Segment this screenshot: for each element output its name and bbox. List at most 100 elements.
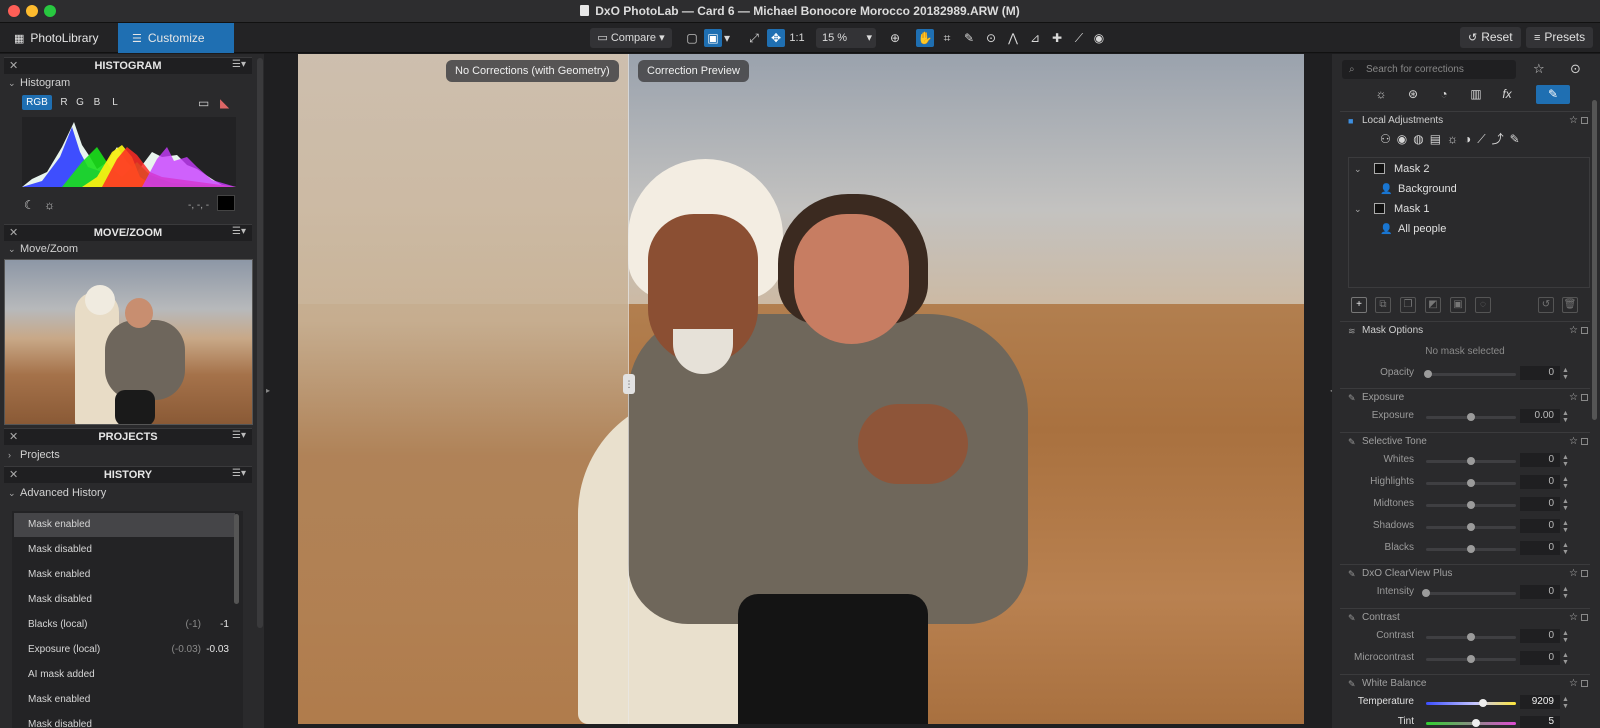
- panel-options-icon[interactable]: [1581, 394, 1588, 401]
- value-field[interactable]: 0: [1520, 519, 1560, 533]
- compare-button[interactable]: ▭ Compare ▾: [590, 28, 672, 48]
- stepper-icon[interactable]: ▲ ▼: [1562, 520, 1569, 534]
- zoom-in-icon[interactable]: ⊕: [886, 29, 904, 47]
- perspective-icon[interactable]: ⋀: [1004, 29, 1022, 47]
- left-scrollbar[interactable]: [256, 54, 264, 728]
- copy-mask-icon[interactable]: ❐: [1400, 297, 1416, 313]
- history-item[interactable]: Mask enabled: [14, 563, 235, 587]
- toggle-icon[interactable]: ⊙: [1570, 61, 1581, 77]
- move-icon[interactable]: ✥: [767, 29, 785, 47]
- value-field[interactable]: 0: [1520, 497, 1560, 511]
- redeye-icon[interactable]: ⊙: [982, 29, 1000, 47]
- selective-tone-header[interactable]: ✎ Selective Tone ☆: [1340, 432, 1590, 450]
- moon-icon[interactable]: ☾: [24, 198, 35, 212]
- stepper-icon[interactable]: ▲ ▼: [1562, 410, 1569, 424]
- tab-detail[interactable]: ◔: [1429, 85, 1459, 104]
- stepper-icon[interactable]: ▲ ▼: [1562, 542, 1569, 556]
- value-field[interactable]: 0: [1520, 585, 1560, 599]
- zoom-select[interactable]: 15 % ▾: [816, 28, 876, 48]
- value-field[interactable]: 0: [1520, 541, 1560, 555]
- mask-checkbox[interactable]: [1374, 203, 1385, 214]
- add-mask-icon[interactable]: +: [1351, 297, 1367, 313]
- history-item[interactable]: Mask disabled: [14, 588, 235, 612]
- mask-child[interactable]: 👤 All people: [1380, 223, 1446, 235]
- horizon-icon[interactable]: ⊿: [1026, 29, 1044, 47]
- crop-icon[interactable]: ⌗: [938, 29, 956, 47]
- star-icon[interactable]: ☆: [1569, 433, 1578, 451]
- delete-mask-icon[interactable]: 🗑: [1562, 297, 1578, 313]
- adjustment-slider[interactable]: Microcontrast 0 ▲ ▼: [1340, 651, 1590, 666]
- star-icon[interactable]: ☆: [1569, 609, 1578, 627]
- adjustment-slider[interactable]: Midtones 0 ▲ ▼: [1340, 497, 1590, 512]
- channel-g[interactable]: G: [73, 95, 87, 110]
- value-field[interactable]: 0: [1520, 366, 1560, 380]
- slider-knob[interactable]: [1424, 370, 1432, 378]
- slider-knob[interactable]: [1422, 589, 1430, 597]
- tint-slider[interactable]: Tint 5: [1340, 716, 1590, 728]
- mask-checkbox[interactable]: [1374, 163, 1385, 174]
- menu-icon[interactable]: ☰▾: [232, 226, 246, 237]
- menu-icon[interactable]: ☰▾: [232, 59, 246, 70]
- fit-icon[interactable]: ⤢: [745, 29, 763, 47]
- local-adjust-icon[interactable]: ⟋: [1070, 29, 1088, 47]
- value-field[interactable]: 0: [1520, 629, 1560, 643]
- presets-button[interactable]: ≡ Presets: [1526, 27, 1594, 48]
- stepper-icon[interactable]: ▲ ▼: [1562, 630, 1569, 644]
- eyedropper-icon[interactable]: ✎: [960, 29, 978, 47]
- navigator-thumbnail[interactable]: [4, 259, 253, 425]
- value-field[interactable]: 0.00: [1520, 409, 1560, 423]
- left-scrollbar-thumb[interactable]: [257, 58, 263, 628]
- star-icon[interactable]: ☆: [1569, 112, 1578, 130]
- menu-icon[interactable]: ☰▾: [232, 468, 246, 479]
- movezoom-subheader[interactable]: ⌄ Move/Zoom: [8, 243, 78, 255]
- contrast-header[interactable]: ✎ Contrast ☆: [1340, 608, 1590, 626]
- adjustment-slider[interactable]: Blacks 0 ▲ ▼: [1340, 541, 1590, 556]
- white-balance-header[interactable]: ✎ White Balance ☆: [1340, 674, 1590, 692]
- histogram-header[interactable]: ✕ HISTOGRAM ☰▾: [4, 57, 252, 74]
- mask-child[interactable]: 👤 Background: [1380, 183, 1457, 195]
- mask-item[interactable]: ⌄ Mask 2: [1354, 163, 1429, 175]
- history-item[interactable]: Blacks (local) (-1) -1: [14, 613, 235, 637]
- history-item[interactable]: Mask disabled: [14, 538, 235, 562]
- stepper-icon[interactable]: ▲ ▼: [1562, 652, 1569, 666]
- duplicate-mask-icon[interactable]: ⧉: [1375, 297, 1391, 313]
- slider-knob[interactable]: [1467, 545, 1475, 553]
- left-collapse-handle[interactable]: ▸: [266, 386, 270, 395]
- temperature-slider[interactable]: Temperature 9209 ▲ ▼: [1340, 695, 1590, 710]
- history-item[interactable]: Mask enabled: [14, 513, 235, 537]
- mask-item[interactable]: ⌄ Mask 1: [1354, 203, 1429, 215]
- star-icon[interactable]: ☆: [1569, 675, 1578, 693]
- stepper-icon[interactable]: ▲ ▼: [1562, 367, 1569, 381]
- star-icon[interactable]: ☆: [1569, 565, 1578, 583]
- value-field[interactable]: 9209: [1520, 695, 1560, 709]
- history-subheader[interactable]: ⌄ Advanced History: [8, 487, 106, 499]
- panel-options-icon[interactable]: [1581, 614, 1588, 621]
- star-icon[interactable]: ☆: [1569, 322, 1578, 340]
- tab-effects[interactable]: fx: [1492, 85, 1522, 104]
- mask-options-header[interactable]: ≋ Mask Options ☆: [1340, 321, 1590, 339]
- slider-knob[interactable]: [1467, 633, 1475, 641]
- tab-geometry[interactable]: ▥: [1461, 85, 1491, 104]
- histogram-subheader[interactable]: ⌄ Histogram: [8, 77, 70, 89]
- slider-track[interactable]: [1426, 702, 1516, 705]
- slider-knob[interactable]: [1467, 413, 1475, 421]
- stepper-icon[interactable]: ▲ ▼: [1562, 586, 1569, 600]
- history-header[interactable]: ✕ HISTORY ☰▾: [4, 466, 252, 483]
- slider-knob[interactable]: [1472, 719, 1480, 727]
- slider-knob[interactable]: [1467, 457, 1475, 465]
- panel-options-icon[interactable]: [1581, 117, 1588, 124]
- local-adjustment-tools[interactable]: ⚇◉◍▤☼◑⟋⤴✎: [1380, 130, 1526, 148]
- photo-canvas[interactable]: [298, 54, 1304, 724]
- opacity-slider[interactable]: Opacity 0 ▲ ▼: [1340, 366, 1590, 381]
- slider-knob[interactable]: [1467, 655, 1475, 663]
- movezoom-header[interactable]: ✕ MOVE/ZOOM ☰▾: [4, 224, 252, 241]
- stepper-icon[interactable]: ▲ ▼: [1562, 696, 1569, 710]
- eye-icon[interactable]: ◉: [1090, 29, 1108, 47]
- undo-mask-icon[interactable]: ↺: [1538, 297, 1554, 313]
- value-field[interactable]: 5: [1520, 716, 1560, 728]
- stepper-icon[interactable]: ▲ ▼: [1562, 476, 1569, 490]
- exposure-slider[interactable]: Exposure 0.00 ▲ ▼: [1340, 409, 1590, 424]
- channel-rgb[interactable]: RGB: [22, 95, 52, 110]
- history-item[interactable]: AI mask added: [14, 663, 235, 687]
- slider-knob[interactable]: [1467, 523, 1475, 531]
